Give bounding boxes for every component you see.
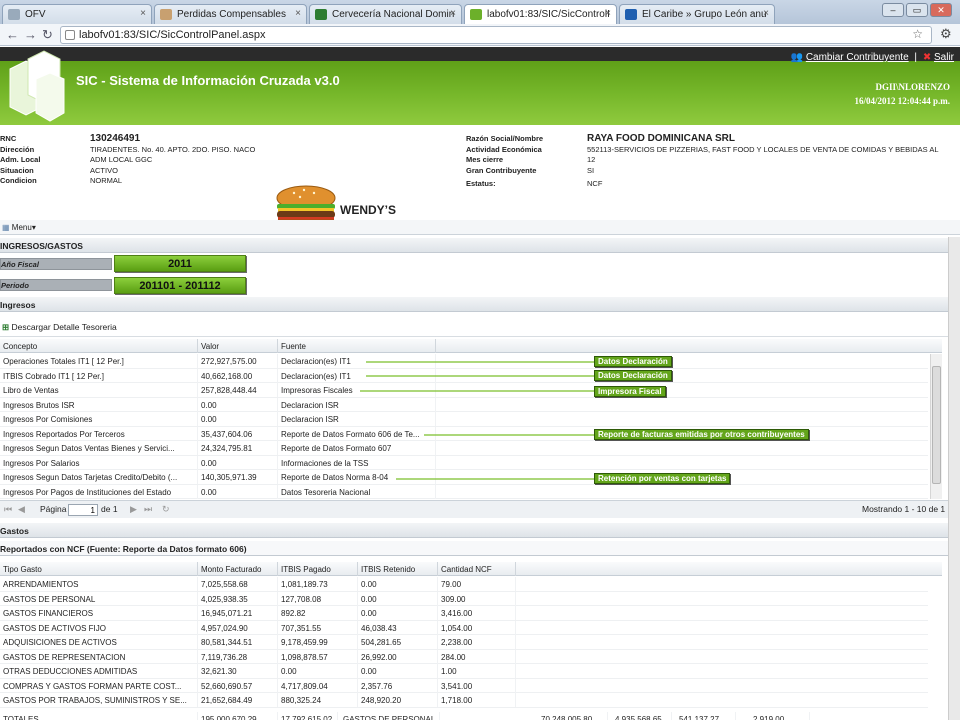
table-cell: 127,708.08 <box>278 591 358 606</box>
table-cell: 4,717,809.04 <box>278 678 358 693</box>
table-cell: 17,792,615.02 <box>278 712 338 720</box>
callout-retencion-tarjetas: Retención por ventas con tarjetas <box>594 473 731 484</box>
table-cell: 248,920.20 <box>358 693 438 707</box>
table-cell: 46,038.43 <box>358 620 438 635</box>
table-cell: 70,248,005.80 <box>538 712 608 720</box>
table-row[interactable]: ADQUISICIONES DE ACTIVOS 80,581,344.51 9,1… <box>0 635 928 650</box>
table-cell: 2,357.76 <box>358 678 438 693</box>
column-header-monto[interactable]: Monto Facturado <box>198 562 278 576</box>
table-cell: GASTOS DE PERSONAL <box>340 712 440 720</box>
table-cell: 2,238.00 <box>438 635 516 649</box>
table-cell: 21,652,684.49 <box>198 693 278 707</box>
last-page-icon[interactable]: ⏭ <box>144 504 152 515</box>
table-cell: 195,000,670.29 <box>198 712 278 720</box>
callout-datos-declaracion: Datos Declaración <box>594 356 672 367</box>
table-cell: 7,119,736.28 <box>198 649 278 664</box>
table-cell: 1,718.00 <box>438 693 516 707</box>
table-cell: 1.00 <box>438 664 516 678</box>
table-cell: 541,137.27 <box>676 712 736 720</box>
table-cell: 32,621.30 <box>198 664 278 678</box>
table-cell: 309.00 <box>438 591 516 606</box>
table-cell: ADQUISICIONES DE ACTIVOS <box>0 635 198 649</box>
table-cell: 4,935,568.65 <box>612 712 672 720</box>
table-cell: ARRENDAMIENTOS <box>0 577 198 591</box>
table-cell: 7,025,558.68 <box>198 577 278 591</box>
first-page-icon[interactable]: ⏮ <box>4 504 12 515</box>
table-cell: 2,919.00 <box>750 712 810 720</box>
table-cell: 707,351.55 <box>278 620 358 635</box>
table-row[interactable]: GASTOS FINANCIEROS 16,945,071.21 892.82 0.0… <box>0 606 928 621</box>
gastos-grid: Tipo Gasto Monto Facturado ITBIS Pagado … <box>0 562 942 720</box>
page-count-label: de 1 <box>101 504 118 514</box>
table-cell: 1,081,189.73 <box>278 577 358 591</box>
page-number-input[interactable] <box>68 504 98 516</box>
table-cell: 1,054.00 <box>438 620 516 635</box>
gastos-grid-header: Tipo Gasto Monto Facturado ITBIS Pagado … <box>0 562 942 576</box>
table-cell: GASTOS DE PERSONAL <box>0 591 198 606</box>
table-cell: 16,945,071.21 <box>198 606 278 620</box>
table-cell: 4,025,938.35 <box>198 591 278 606</box>
section-gastos: Gastos <box>0 523 948 538</box>
table-cell: 79.00 <box>438 577 516 591</box>
table-cell: GASTOS DE ACTIVOS FIJO <box>0 620 198 635</box>
callout-datos-declaracion: Datos Declaración <box>594 370 672 381</box>
table-row[interactable]: GASTOS DE REPRESENTACION 7,119,736.28 1,09… <box>0 649 928 664</box>
table-cell: 1,098,878.57 <box>278 649 358 664</box>
table-cell: 80,581,344.51 <box>198 635 278 649</box>
pagina-label: Página <box>40 504 67 514</box>
table-cell: 0.00 <box>358 664 438 678</box>
table-cell: GASTOS FINANCIEROS <box>0 606 198 620</box>
refresh-icon[interactable]: ↻ <box>162 504 170 515</box>
table-cell: 0.00 <box>358 591 438 606</box>
column-header-tipo-gasto[interactable]: Tipo Gasto <box>0 562 198 576</box>
table-cell: 880,325.24 <box>278 693 358 707</box>
table-cell: 4,957,024.90 <box>198 620 278 635</box>
next-page-icon[interactable]: ▶ <box>130 504 137 515</box>
table-cell: 284.00 <box>438 649 516 664</box>
table-row[interactable]: ARRENDAMIENTOS 7,025,558.68 1,081,189.73 0.… <box>0 577 928 592</box>
table-cell: COMPRAS Y GASTOS FORMAN PARTE COST... <box>0 678 198 693</box>
table-cell: 26,992.00 <box>358 649 438 664</box>
table-row[interactable]: GASTOS POR TRABAJOS, SUMINISTROS Y SE...… <box>0 693 928 708</box>
table-row[interactable]: COMPRAS Y GASTOS FORMAN PARTE COST... 52,… <box>0 678 928 693</box>
page-scrollbar[interactable] <box>948 237 960 720</box>
table-cell: 892.82 <box>278 606 358 620</box>
mostrando-label: Mostrando 1 - 10 de 1 <box>862 504 946 514</box>
column-header-cantidad-ncf[interactable]: Cantidad NCF <box>438 562 516 576</box>
column-header-itbis-retenido[interactable]: ITBIS Retenido <box>358 562 438 576</box>
table-cell: GASTOS DE REPRESENTACION <box>0 649 198 664</box>
ingresos-pager: ⏮ ◀ Página de 1 ▶ ⏭ ↻ Mostrando 1 - 10 d… <box>0 500 948 518</box>
table-cell: TOTALES <box>0 712 198 720</box>
table-cell: 0.00 <box>358 606 438 620</box>
callout-impresora-fiscal: Impresora Fiscal <box>594 386 666 397</box>
callout-reporte-facturas: Reporte de facturas emitidas por otros c… <box>594 429 809 440</box>
table-cell: 3,541.00 <box>438 678 516 693</box>
table-cell: 52,660,690.57 <box>198 678 278 693</box>
section-gastos-subtitle: Reportados con NCF (Fuente: Reporte da D… <box>0 541 948 556</box>
table-cell: 504,281.65 <box>358 635 438 649</box>
table-row[interactable]: GASTOS DE ACTIVOS FIJO 4,957,024.90 707,35… <box>0 620 928 635</box>
table-cell: 3,416.00 <box>438 606 516 620</box>
table-cell: OTRAS DEDUCCIONES ADMITIDAS <box>0 664 198 678</box>
table-row[interactable]: OTRAS DEDUCCIONES ADMITIDAS 32,621.30 0.00… <box>0 664 928 679</box>
table-cell: 9,178,459.99 <box>278 635 358 649</box>
table-row[interactable]: GASTOS DE PERSONAL 4,025,938.35 127,708.08… <box>0 591 928 606</box>
gastos-totals-row: TOTALES 195,000,670.29 17,792,615.02 GAS… <box>0 712 928 720</box>
column-header-itbis-pagado[interactable]: ITBIS Pagado <box>278 562 358 576</box>
prev-page-icon[interactable]: ◀ <box>18 504 25 515</box>
table-cell: 0.00 <box>358 577 438 591</box>
table-cell: 0.00 <box>278 664 358 678</box>
table-cell: GASTOS POR TRABAJOS, SUMINISTROS Y SE... <box>0 693 198 707</box>
